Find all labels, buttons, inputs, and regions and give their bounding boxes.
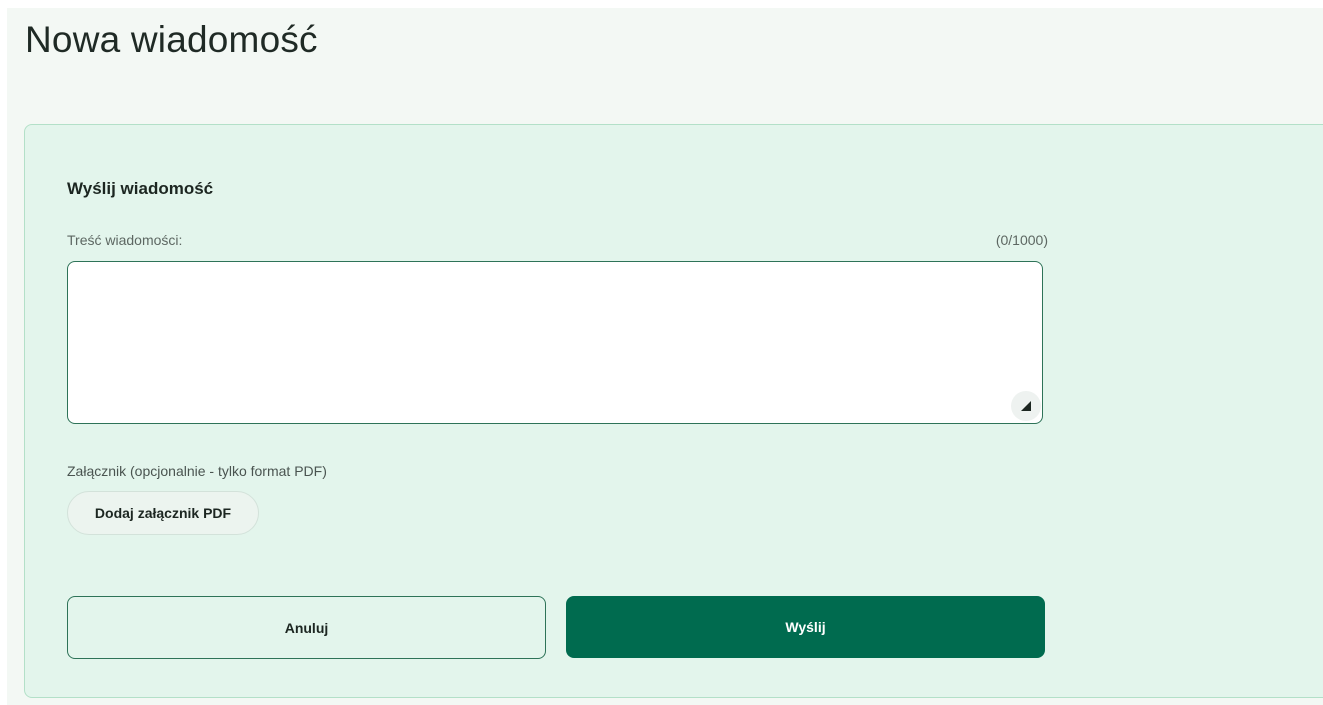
add-pdf-attachment-button[interactable]: Dodaj załącznik PDF [67,491,259,535]
message-textarea[interactable] [67,261,1043,424]
form-heading: Wyślij wiadomość [67,179,214,198]
page-container: Nowa wiadomość Wyślij wiadomość Treść wi… [7,8,1323,705]
send-message-card: Wyślij wiadomość Treść wiadomości: (0/10… [24,124,1323,698]
cancel-button[interactable]: Anuluj [67,596,546,659]
attachment-label: Załącznik (opcjonalnie - tylko format PD… [67,463,327,479]
send-button[interactable]: Wyślij [566,596,1045,658]
page-title: Nowa wiadomość [25,19,318,60]
message-label: Treść wiadomości: [67,232,183,248]
resize-corner-icon[interactable] [1011,391,1041,421]
character-counter: (0/1000) [995,232,1048,248]
